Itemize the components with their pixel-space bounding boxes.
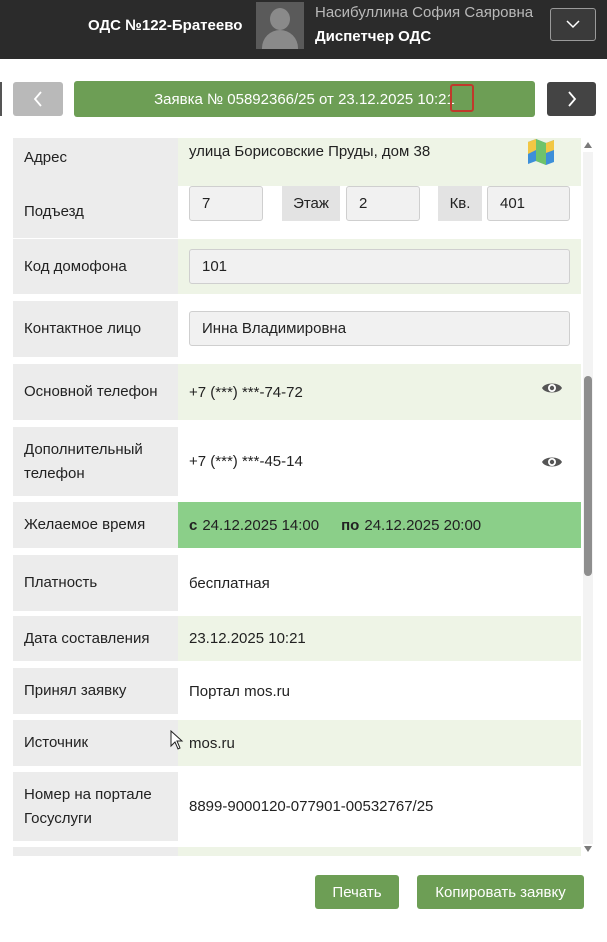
next-row-value (178, 847, 581, 856)
avatar-body (262, 30, 298, 49)
copy-request-button[interactable]: Копировать заявку (417, 875, 584, 909)
chevron-left-icon (33, 91, 42, 107)
portal-number-value: 8899-9000120-077901-00532767/25 (189, 798, 434, 815)
row-contact: Контактное лицо Инна Владимировна (13, 301, 581, 357)
scroll-up-arrow[interactable] (584, 142, 592, 148)
request-form: Адрес улица Борисовские Пруды, дом 38 По… (13, 138, 581, 856)
contact-input[interactable]: Инна Владимировна (189, 311, 570, 346)
row-next-partial (13, 847, 581, 856)
row-paid: Платность бесплатная (13, 555, 581, 611)
mouse-cursor-icon (170, 730, 184, 750)
floor-label: Этаж (282, 186, 340, 221)
accepted-value: Портал mos.ru (189, 682, 290, 700)
address-value-cell: улица Борисовские Пруды, дом 38 (178, 138, 581, 186)
row-phone-extra: Дополнительный телефон +7 (***) ***-45-1… (13, 427, 581, 496)
row-entrance: Подъезд 7 Этаж 2 Кв. 401 (13, 186, 581, 238)
map-icon[interactable] (526, 138, 556, 166)
request-title-text: Заявка № 05892366/25 от 23.12.2025 10:21 (154, 90, 455, 108)
next-request-button[interactable] (547, 82, 596, 116)
row-desired-time: Желаемое время с 24.12.2025 14:00 по 24.… (13, 502, 581, 548)
focus-marker (450, 84, 474, 112)
floor-input[interactable]: 2 (346, 186, 420, 221)
accepted-label: Принял заявку (13, 668, 178, 714)
apartment-input[interactable]: 401 (487, 186, 570, 221)
user-role: Диспетчер ОДС (315, 28, 432, 45)
apartment-label: Кв. (438, 186, 482, 221)
row-address: Адрес улица Борисовские Пруды, дом 38 (13, 138, 581, 186)
desired-time-cell: с 24.12.2025 14:00 по 24.12.2025 20:00 (178, 502, 581, 548)
scrollbar-thumb[interactable] (584, 376, 592, 576)
left-edge-stub (0, 82, 2, 116)
intercom-input[interactable]: 101 (189, 249, 570, 284)
phone-main-label: Основной телефон (13, 364, 178, 420)
phone-extra-value: +7 (***) ***-45-14 (189, 453, 303, 470)
address-label: Адрес (13, 138, 178, 186)
entrance-label: Подъезд (13, 186, 178, 238)
eye-icon[interactable] (541, 453, 563, 471)
portal-number-label: Номер на портале Госуслуги (13, 772, 178, 841)
row-intercom: Код домофона 101 (13, 239, 581, 294)
row-phone-main: Основной телефон +7 (***) ***-74-72 (13, 364, 581, 420)
time-from-value: 24.12.2025 14:00 (202, 516, 320, 534)
entrance-input[interactable]: 7 (189, 186, 263, 221)
source-label: Источник (13, 720, 178, 766)
avatar[interactable] (256, 2, 304, 49)
time-to-value: 24.12.2025 20:00 (364, 516, 482, 534)
source-value: mos.ru (178, 720, 581, 766)
phone-extra-label: Дополнительный телефон (13, 427, 178, 496)
scroll-down-arrow[interactable] (584, 846, 592, 852)
address-value: улица Борисовские Пруды, дом 38 (189, 142, 431, 160)
row-accepted: Принял заявку Портал mos.ru (13, 668, 581, 714)
contact-label: Контактное лицо (13, 301, 178, 357)
paid-label: Платность (13, 555, 178, 611)
time-to-label: по (341, 516, 360, 534)
org-name: ОДС №122-Братеево (88, 17, 243, 34)
created-label: Дата составления (13, 616, 178, 661)
prev-request-button[interactable] (13, 82, 63, 116)
created-value: 23.12.2025 10:21 (178, 616, 581, 661)
intercom-label: Код домофона (13, 239, 178, 294)
paid-value: бесплатная (189, 574, 270, 592)
desired-time-label: Желаемое время (13, 502, 178, 548)
row-source: Источник mos.ru (13, 720, 581, 766)
time-from-label: с (189, 516, 198, 534)
row-portal-number: Номер на портале Госуслуги 8899-9000120-… (13, 772, 581, 841)
avatar-head (270, 8, 290, 30)
eye-icon[interactable] (541, 379, 563, 397)
user-menu-button[interactable] (550, 8, 596, 41)
user-name: Насибуллина София Саяровна (315, 4, 534, 21)
top-bar: ОДС №122-Братеево Насибуллина София Саяр… (0, 0, 607, 59)
phone-main-value: +7 (***) ***-74-72 (178, 364, 581, 420)
request-title[interactable]: Заявка № 05892366/25 от 23.12.2025 10:21 (74, 81, 535, 117)
next-row-label (13, 847, 178, 856)
chevron-down-icon (566, 20, 580, 29)
print-button[interactable]: Печать (315, 875, 399, 909)
row-created: Дата составления 23.12.2025 10:21 (13, 616, 581, 661)
chevron-right-icon (567, 91, 576, 107)
